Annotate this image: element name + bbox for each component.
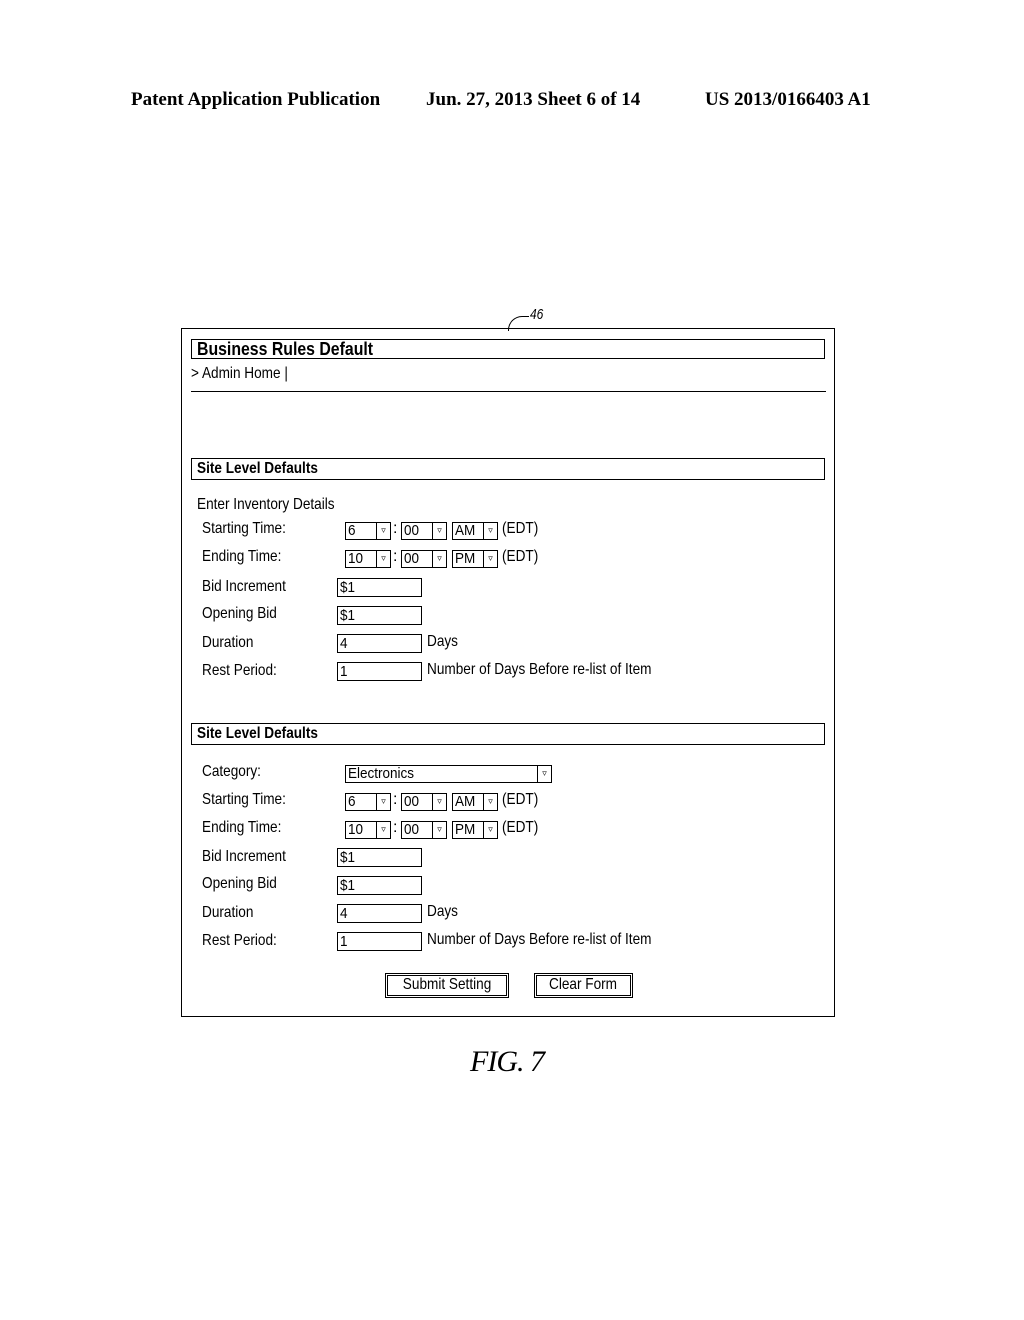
page-title: Business Rules Default [197,339,374,359]
end-ampm-select[interactable]: PM ▿ [452,821,498,839]
input-value: $1 [340,849,356,866]
selected-value: 10 [348,821,364,838]
end-ampm-select[interactable]: PM ▿ [452,550,498,568]
ending-time-label: Ending Time: [202,548,282,565]
dropdown-arrow-icon: ▿ [376,523,390,539]
rest-period-hint: Number of Days Before re-list of Item [427,661,652,678]
dropdown-arrow-icon: ▿ [376,551,390,567]
input-value: $1 [340,877,356,894]
rest-period-input[interactable]: 1 [337,662,422,681]
publication-type: Patent Application Publication [131,89,381,110]
figure-label: FIG. 7 [470,1045,545,1078]
start-minute-select[interactable]: 00 ▿ [401,793,447,811]
input-value: 1 [340,663,348,680]
section-title: Site Level Defaults [197,725,318,742]
section-header-2: Site Level Defaults [191,723,825,745]
category-select[interactable]: Electronics ▿ [345,765,552,783]
publication-date-sheet: Jun. 27, 2013 Sheet 6 of 14 [426,89,641,110]
section-title: Site Level Defaults [197,460,318,477]
dropdown-arrow-icon: ▿ [432,794,446,810]
start-ampm-select[interactable]: AM ▿ [452,522,498,540]
timezone-label: (EDT) [502,548,539,565]
selected-value: Electronics [348,765,415,782]
page-title-bar: Business Rules Default [191,339,825,359]
duration-label: Duration [202,904,254,921]
bid-increment-input[interactable]: $1 [337,578,422,597]
clear-form-button[interactable]: Clear Form [534,973,633,998]
timezone-label: (EDT) [502,520,539,537]
input-value: 4 [340,905,348,922]
ending-time-label: Ending Time: [202,819,282,836]
dropdown-arrow-icon: ▿ [483,822,497,838]
rest-period-input[interactable]: 1 [337,932,422,951]
timezone-label: (EDT) [502,791,539,808]
bid-increment-label: Bid Increment [202,578,286,595]
dropdown-arrow-icon: ▿ [483,551,497,567]
time-separator: : [393,520,398,537]
rest-period-hint: Number of Days Before re-list of Item [427,931,652,948]
start-hour-select[interactable]: 6 ▿ [345,522,391,540]
input-value: $1 [340,579,356,596]
selected-value: PM [455,550,476,567]
start-hour-select[interactable]: 6 ▿ [345,793,391,811]
category-label: Category: [202,763,261,780]
start-ampm-select[interactable]: AM ▿ [452,793,498,811]
selected-value: 00 [404,550,420,567]
duration-input[interactable]: 4 [337,634,422,653]
dropdown-arrow-icon: ▿ [537,766,551,782]
section-header-1: Site Level Defaults [191,458,825,480]
start-minute-select[interactable]: 00 ▿ [401,522,447,540]
reference-numeral: 46 [530,306,544,323]
dropdown-arrow-icon: ▿ [432,523,446,539]
opening-bid-label: Opening Bid [202,605,277,622]
starting-time-label: Starting Time: [202,791,286,808]
inventory-subheading: Enter Inventory Details [197,496,335,513]
selected-value: PM [455,821,476,838]
opening-bid-input[interactable]: $1 [337,876,422,895]
input-value: 4 [340,635,348,652]
bid-increment-label: Bid Increment [202,848,286,865]
dropdown-arrow-icon: ▿ [483,523,497,539]
duration-unit: Days [427,633,458,650]
breadcrumb[interactable]: > Admin Home | [191,365,288,383]
rest-period-label: Rest Period: [202,932,277,949]
input-value: 1 [340,933,348,950]
dropdown-arrow-icon: ▿ [483,794,497,810]
end-minute-select[interactable]: 00 ▿ [401,821,447,839]
end-hour-select[interactable]: 10 ▿ [345,821,391,839]
starting-time-label: Starting Time: [202,520,286,537]
selected-value: AM [455,522,476,539]
duration-unit: Days [427,903,458,920]
bid-increment-input[interactable]: $1 [337,848,422,867]
selected-value: 6 [348,522,356,539]
submit-setting-button[interactable]: Submit Setting [385,973,509,998]
end-hour-select[interactable]: 10 ▿ [345,550,391,568]
time-separator: : [393,791,398,808]
timezone-label: (EDT) [502,819,539,836]
selected-value: 00 [404,821,420,838]
button-label: Submit Setting [402,976,492,993]
input-value: $1 [340,607,356,624]
divider [191,391,826,392]
selected-value: 00 [404,793,420,810]
duration-label: Duration [202,634,254,651]
time-separator: : [393,819,398,836]
selected-value: 00 [404,522,420,539]
opening-bid-label: Opening Bid [202,875,277,892]
dropdown-arrow-icon: ▿ [432,551,446,567]
dropdown-arrow-icon: ▿ [376,794,390,810]
duration-input[interactable]: 4 [337,904,422,923]
end-minute-select[interactable]: 00 ▿ [401,550,447,568]
publication-number: US 2013/0166403 A1 [705,89,871,110]
button-label: Clear Form [549,976,618,993]
dropdown-arrow-icon: ▿ [432,822,446,838]
dropdown-arrow-icon: ▿ [376,822,390,838]
selected-value: 6 [348,793,356,810]
selected-value: 10 [348,550,364,567]
rest-period-label: Rest Period: [202,662,277,679]
selected-value: AM [455,793,476,810]
opening-bid-input[interactable]: $1 [337,606,422,625]
time-separator: : [393,548,398,565]
